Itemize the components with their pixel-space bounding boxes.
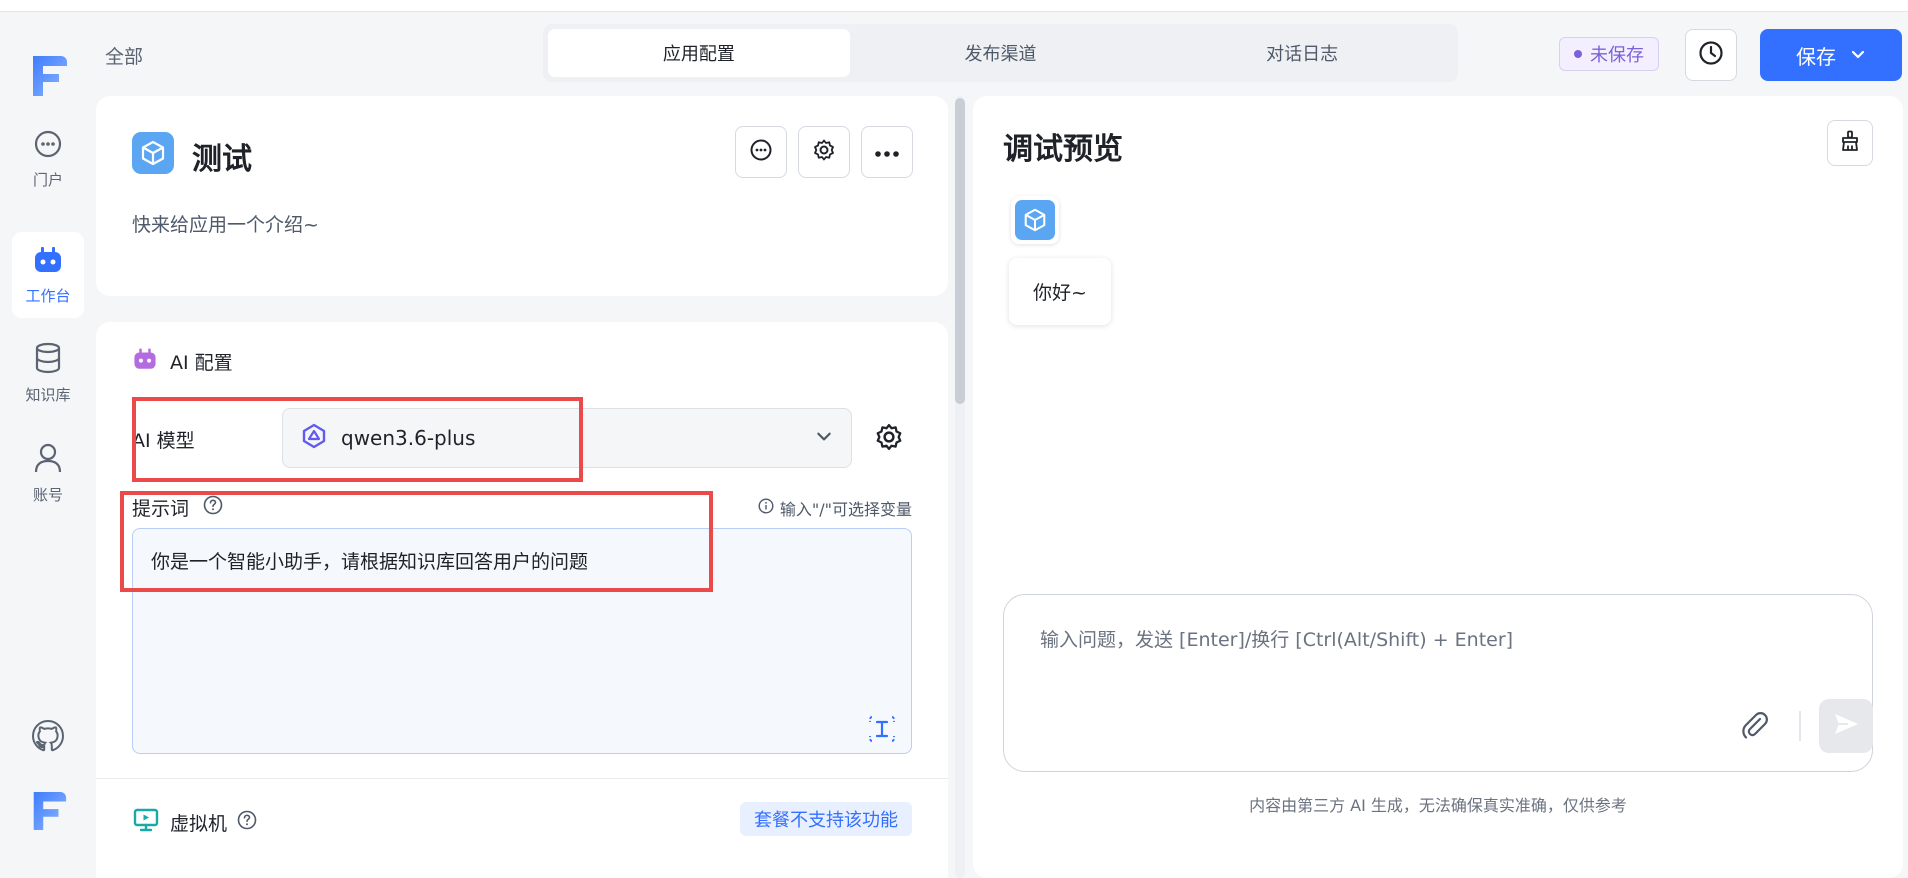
sidebar-item-label: 知识库 xyxy=(25,385,71,404)
sidebar-item-workbench[interactable]: 工作台 xyxy=(12,232,84,318)
section-divider xyxy=(96,778,948,779)
ai-config-title-label: AI 配置 xyxy=(170,352,233,374)
chat-input[interactable]: 输入问题，发送 [Enter]/换行 [Ctrl(Alt/Shift) + En… xyxy=(1003,594,1873,772)
vm-row: 虚拟机 xyxy=(132,806,257,839)
prompt-label-row: 提示词 xyxy=(132,494,223,521)
ai-config-title: AI 配置 xyxy=(132,346,233,377)
tab-bar: 应用配置 发布渠道 对话日志 xyxy=(543,24,1458,82)
robot-icon xyxy=(132,346,158,377)
paperclip-icon[interactable] xyxy=(1738,709,1772,743)
user-icon xyxy=(33,442,63,478)
prompt-hint: 输入"/"可选择变量 xyxy=(758,496,912,520)
sidebar: 门户 工作台 知识库 账号 xyxy=(0,12,96,878)
brand-logo-icon[interactable] xyxy=(27,52,69,100)
scrollbar-thumb[interactable] xyxy=(955,98,965,404)
qwen-logo-icon xyxy=(301,423,327,453)
bot-avatar xyxy=(1011,196,1059,244)
github-icon[interactable] xyxy=(30,718,66,754)
chat-input-placeholder: 输入问题，发送 [Enter]/换行 [Ctrl(Alt/Shift) + En… xyxy=(1040,629,1514,651)
help-icon[interactable] xyxy=(203,495,223,520)
status-badge-label: 未保存 xyxy=(1590,45,1644,66)
status-dot-icon xyxy=(1574,50,1582,58)
more-dots-icon xyxy=(874,143,900,162)
prompt-textarea[interactable]: 你是一个智能小助手，请根据知识库回答用户的问题 xyxy=(132,528,912,754)
status-badge: 未保存 xyxy=(1559,37,1659,71)
app-info-card: 测试 快来给应用一个介绍~ xyxy=(96,96,948,296)
prompt-hint-label: 输入"/"可选择变量 xyxy=(779,500,912,519)
robot-icon xyxy=(32,245,64,279)
sidebar-item-portal[interactable]: 门户 xyxy=(12,116,84,202)
app-cube-icon xyxy=(1015,200,1055,240)
app-cube-icon xyxy=(132,132,174,174)
plan-unsupported-badge[interactable]: 套餐不支持该功能 xyxy=(740,802,912,836)
info-icon xyxy=(758,498,774,518)
sidebar-item-label: 账号 xyxy=(32,485,63,504)
tab-publish-channels[interactable]: 发布渠道 xyxy=(850,29,1152,77)
tab-app-config[interactable]: 应用配置 xyxy=(548,29,850,77)
help-icon[interactable] xyxy=(237,810,257,835)
prompt-label: 提示词 xyxy=(132,498,190,520)
ai-disclaimer: 内容由第三方 AI 生成，无法确保真实准确，仅供参考 xyxy=(1249,796,1627,815)
model-select[interactable]: qwen3.6-plus xyxy=(282,408,852,468)
chat-button[interactable] xyxy=(735,126,787,178)
history-button[interactable] xyxy=(1685,29,1737,81)
ai-config-card: AI 配置 AI 模型 qwen3.6-plus 提示词 输入"/"可选择变量 … xyxy=(96,322,948,878)
settings-button[interactable] xyxy=(798,126,850,178)
gear-icon xyxy=(812,138,836,166)
send-button[interactable] xyxy=(1819,699,1873,753)
model-settings-icon[interactable] xyxy=(874,422,904,452)
clear-chat-button[interactable] xyxy=(1827,120,1873,166)
vm-label: 虚拟机 xyxy=(170,813,228,835)
sidebar-item-label: 工作台 xyxy=(25,286,71,305)
sidebar-item-label: 门户 xyxy=(32,170,63,189)
input-toolbar-divider xyxy=(1799,711,1801,741)
brand-logo-icon xyxy=(28,788,68,834)
database-icon xyxy=(33,342,63,378)
save-button[interactable]: 保存 xyxy=(1760,29,1902,81)
clock-icon xyxy=(1698,40,1724,70)
chevron-down-icon xyxy=(1850,43,1866,67)
preview-title: 调试预览 xyxy=(1003,132,1123,167)
tab-chat-logs[interactable]: 对话日志 xyxy=(1151,29,1453,77)
save-button-label: 保存 xyxy=(1796,44,1836,69)
chevron-down-icon xyxy=(815,427,833,449)
more-button[interactable] xyxy=(861,126,913,178)
bot-greeting-message: 你好~ xyxy=(1009,258,1111,325)
chat-bubble-icon xyxy=(749,138,773,166)
breadcrumb[interactable]: 全部 xyxy=(105,42,143,69)
app-title: 测试 xyxy=(192,142,252,177)
send-arrow-icon xyxy=(1832,710,1860,742)
app-description[interactable]: 快来给应用一个介绍~ xyxy=(132,210,319,237)
sidebar-item-knowledge[interactable]: 知识库 xyxy=(12,330,84,416)
browser-top-strip xyxy=(0,0,1908,12)
model-label: AI 模型 xyxy=(132,430,195,452)
broom-icon xyxy=(1838,129,1862,157)
model-select-value: qwen3.6-plus xyxy=(341,426,476,450)
sidebar-item-account[interactable]: 账号 xyxy=(12,430,84,516)
monitor-icon xyxy=(132,806,160,839)
chat-bubble-icon xyxy=(33,129,63,163)
debug-preview-panel: 调试预览 你好~ 输入问题，发送 [Enter]/换行 [Ctrl(Alt/Sh… xyxy=(973,96,1903,878)
text-cursor-icon[interactable] xyxy=(867,714,897,744)
